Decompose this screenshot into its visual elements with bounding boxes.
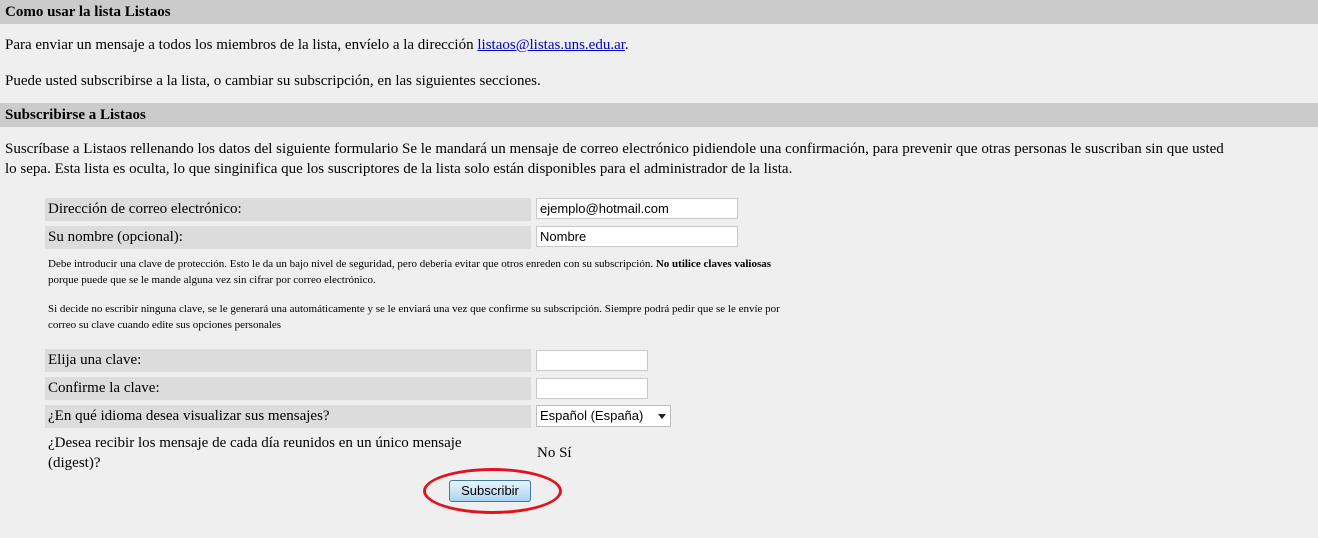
password-note-1: Debe introducir una clave de protección.…: [48, 256, 928, 288]
list-email-link[interactable]: listaos@listas.uns.edu.ar: [477, 37, 625, 53]
highlight-circle-annotation: [423, 468, 562, 514]
list-address-paragraph: Para enviar un mensaje a todos los miemb…: [5, 35, 629, 55]
password-field[interactable]: [536, 350, 648, 371]
confirm-password-field[interactable]: [536, 378, 648, 399]
list-address-text: Para enviar un mensaje a todos los miemb…: [5, 37, 478, 53]
password-note-2-line2: correo su clave cuando edite sus opcione…: [48, 319, 282, 331]
confirm-password-label: Confirme la clave:: [45, 377, 531, 400]
password-label: Elija una clave:: [45, 349, 531, 372]
password-note-2-line1: Si decide no escribir ninguna clave, se …: [48, 303, 780, 315]
digest-option-no[interactable]: No: [537, 445, 555, 461]
language-label: ¿En qué idioma desea visualizar sus mens…: [45, 405, 531, 428]
name-label: Su nombre (opcional):: [45, 226, 531, 249]
password-note-2: Si decide no escribir ninguna clave, se …: [48, 301, 928, 333]
subscribe-intro-line1: Suscríbase a Listaos rellenando los dato…: [5, 141, 1224, 157]
language-select[interactable]: Español (España): [536, 405, 671, 427]
digest-label-line1: ¿Desea recibir los mensaje de cada día r…: [48, 435, 462, 451]
digest-options: No Sí: [537, 443, 572, 463]
password-note-1-bold: No utilice claves valiosas: [655, 258, 772, 270]
language-selected-value: Español (España): [540, 408, 644, 423]
digest-label-line2: (digest)?: [48, 455, 101, 471]
password-note-1-line2: porque puede que se le mande alguna vez …: [48, 274, 376, 286]
section-header-subscribe: Subscribirse a Listaos: [0, 103, 1318, 127]
email-label: Dirección de correo electrónico:: [45, 198, 531, 221]
name-field[interactable]: Nombre: [536, 226, 738, 247]
email-field[interactable]: ejemplo@hotmail.com: [536, 198, 738, 219]
subscribe-info-paragraph: Puede usted subscribirse a la lista, o c…: [5, 73, 541, 89]
subscribe-intro-line2: lo sepa. Esta lista es oculta, lo que si…: [5, 161, 793, 177]
list-address-period: .: [624, 37, 629, 53]
chevron-down-icon: [658, 414, 666, 419]
digest-label: ¿Desea recibir los mensaje de cada día r…: [45, 433, 462, 473]
password-note-1-text: Debe introducir una clave de protección.…: [48, 258, 656, 270]
section-header-how-to-use: Como usar la lista Listaos: [0, 0, 1318, 24]
digest-option-yes[interactable]: Sí: [559, 445, 572, 461]
